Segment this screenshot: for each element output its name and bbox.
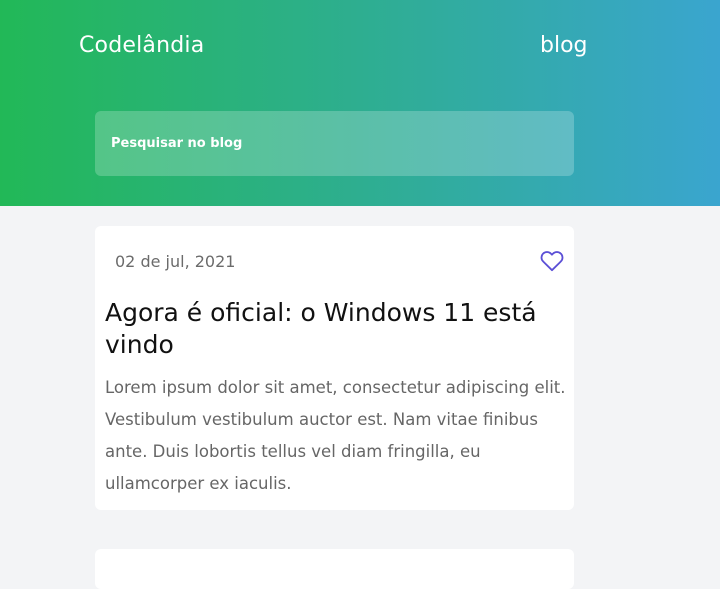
brand-logo[interactable]: Codelândia — [79, 33, 204, 58]
post-title[interactable]: Agora é oficial: o Windows 11 está vindo — [105, 297, 565, 361]
search-input[interactable] — [95, 111, 574, 176]
heart-icon[interactable] — [540, 249, 564, 273]
page-header: Codelândia blog — [0, 0, 720, 206]
post-excerpt: Lorem ipsum dolor sit amet, consectetur … — [105, 378, 566, 493]
post-card-next[interactable] — [95, 549, 574, 589]
nav-link-blog[interactable]: blog — [540, 33, 588, 58]
post-card[interactable]: 02 de jul, 2021 Agora é oficial: o Windo… — [95, 226, 574, 510]
post-date: 02 de jul, 2021 — [115, 252, 236, 271]
